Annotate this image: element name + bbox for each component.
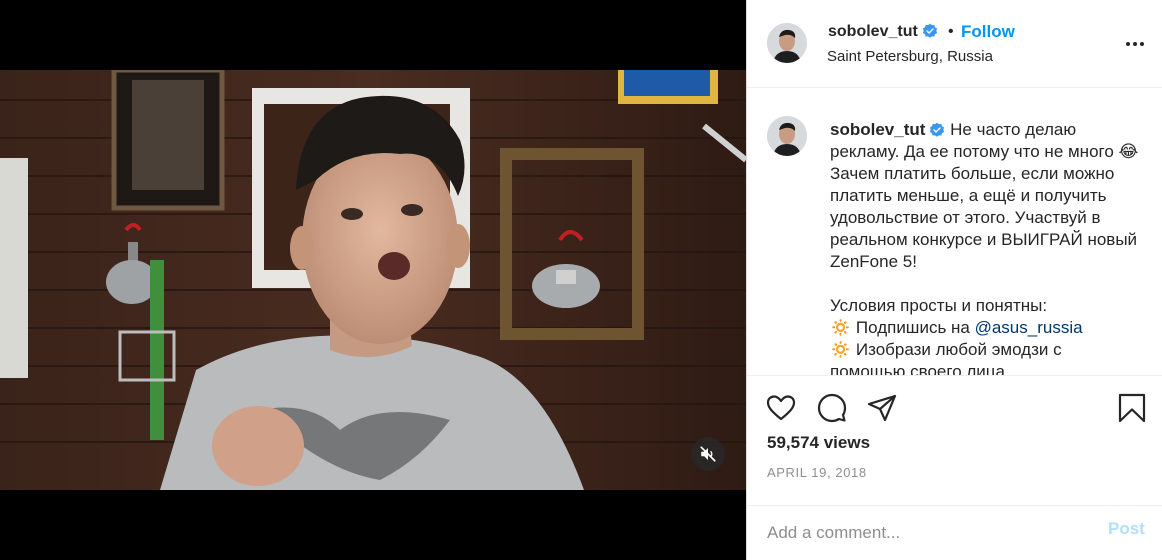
caption-author-avatar[interactable] <box>767 116 807 156</box>
view-count[interactable]: 59,574 views <box>767 433 870 453</box>
mute-toggle-button[interactable] <box>691 437 725 471</box>
muted-speaker-icon <box>700 446 716 462</box>
avatar-image <box>767 23 807 63</box>
author-username[interactable]: sobolev_tut <box>828 23 938 41</box>
author-avatar[interactable] <box>767 23 807 63</box>
video-pane[interactable] <box>0 0 746 560</box>
post-date[interactable]: APRIL 19, 2018 <box>767 465 867 480</box>
heart-icon <box>766 395 796 421</box>
more-options-button[interactable] <box>1123 34 1147 54</box>
post-details-panel: sobolev_tut • Follow Saint Petersburg, R… <box>746 0 1162 560</box>
caption-text: sobolev_tut Не часто делаю рекламу. Да е… <box>830 119 1140 375</box>
avatar-image <box>767 116 807 156</box>
post-actions: 59,574 views APRIL 19, 2018 <box>747 375 1162 505</box>
caption-section[interactable]: sobolev_tut Не часто делаю рекламу. Да е… <box>747 88 1162 375</box>
video-frame-image <box>0 70 746 490</box>
comment-button[interactable] <box>816 392 848 424</box>
share-button[interactable] <box>866 392 898 424</box>
video-player[interactable] <box>0 70 746 490</box>
post-location[interactable]: Saint Petersburg, Russia <box>827 48 993 65</box>
save-button[interactable] <box>1116 392 1148 424</box>
bookmark-icon <box>1118 393 1146 423</box>
like-button[interactable] <box>765 392 797 424</box>
comment-icon <box>817 393 847 423</box>
caption-body-part-1: Не часто делаю рекламу. Да ее потому что… <box>830 120 1139 337</box>
post-comment-button[interactable]: Post <box>1108 519 1145 539</box>
post-header: sobolev_tut • Follow Saint Petersburg, R… <box>747 0 1162 88</box>
follow-button[interactable]: Follow <box>961 22 1015 42</box>
caption-body-part-2: 🔅 Изобрази любой эмодзи с помощью своего… <box>830 340 1062 375</box>
comment-input[interactable] <box>767 518 1087 548</box>
paper-plane-icon <box>867 394 897 422</box>
separator-dot: • <box>948 23 954 40</box>
mention-link[interactable]: @asus_russia <box>975 318 1083 337</box>
caption-username[interactable]: sobolev_tut <box>830 120 925 139</box>
more-options-icon <box>1126 42 1144 46</box>
comment-bar: Post <box>747 505 1162 560</box>
verified-badge-icon <box>922 23 937 38</box>
verified-badge-icon <box>930 122 945 137</box>
